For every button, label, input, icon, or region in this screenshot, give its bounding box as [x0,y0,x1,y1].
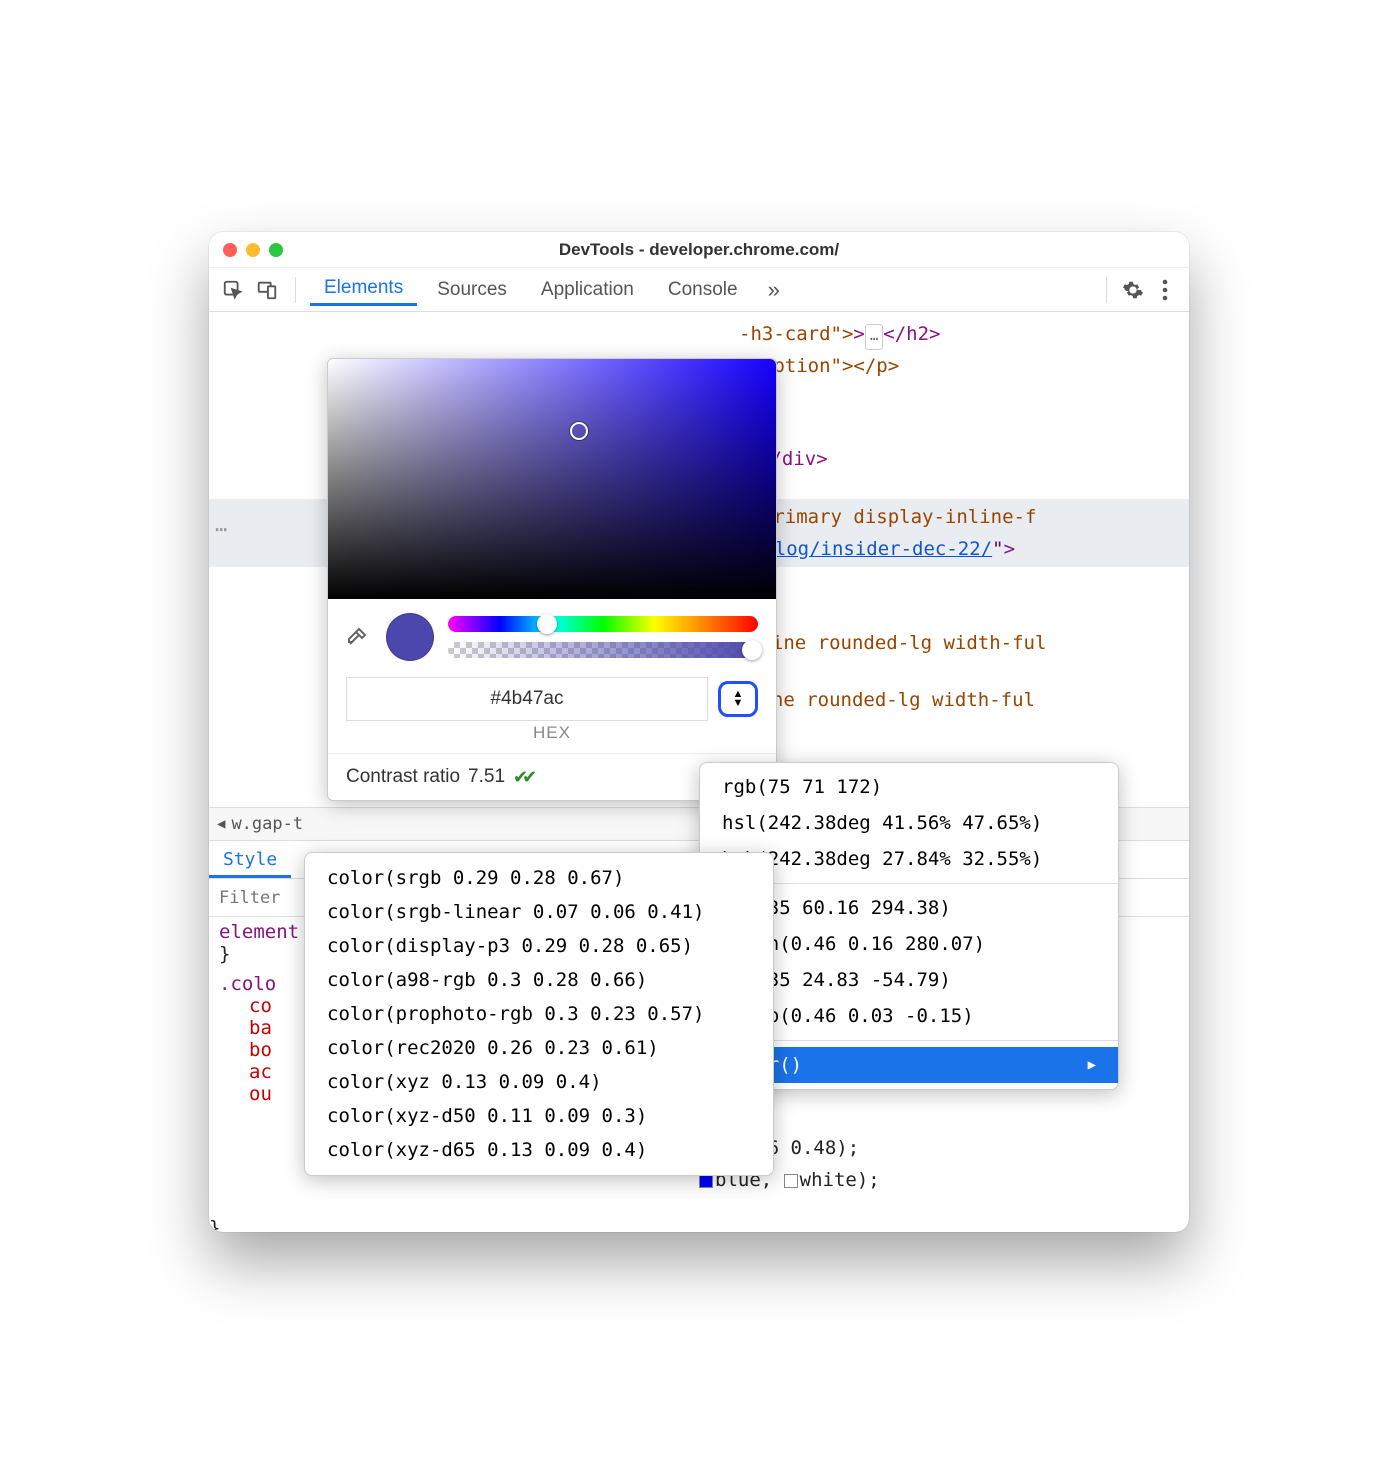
dom-text: line rounded-lg width-ful [749,689,1035,711]
chevron-left-icon[interactable]: ◀ [217,816,225,832]
devtools-toolbar: Elements Sources Application Console » [209,268,1189,312]
color-space-submenu: color(srgb 0.29 0.28 0.67)color(srgb-lin… [304,852,774,1176]
breadcrumb-item[interactable]: w.gap-t [231,814,303,834]
devtools-window: DevTools - developer.chrome.com/ Element… [209,232,1189,1232]
window-title: DevTools - developer.chrome.com/ [209,240,1189,260]
tab-console[interactable]: Console [654,275,752,305]
more-tabs-button[interactable]: » [758,277,790,303]
expand-ellipsis-icon[interactable]: … [865,324,883,350]
dom-text: rline rounded-lg width-ful [749,632,1046,654]
tab-application[interactable]: Application [527,275,648,305]
alpha-slider[interactable] [448,642,758,658]
tab-elements[interactable]: Elements [310,273,417,306]
dom-text: r-primary display-inline-f [739,506,1036,528]
contrast-label: Contrast ratio [346,766,460,788]
spectrum-cursor[interactable] [570,422,588,440]
gear-icon[interactable] [1119,276,1147,304]
selected-color-swatch [386,613,434,661]
css-value[interactable]: white [800,1169,857,1191]
format-option[interactable]: hsl(242.38deg 41.56% 47.65%) [700,805,1118,841]
css-prop[interactable]: ac [249,1061,272,1083]
content-area: -h3-card">>…</h2> -caption"></p> </div> … [209,312,1189,1232]
spectrum-area[interactable] [328,359,776,599]
hue-slider[interactable] [448,616,758,632]
css-selector: .colo [219,973,276,995]
collapsed-ellipsis-icon[interactable]: ⋯ [215,512,229,546]
color-space-option[interactable]: color(a98-rgb 0.3 0.28 0.66) [305,963,773,997]
css-value: ); [857,1169,880,1191]
hue-thumb[interactable] [537,614,557,634]
dom-link[interactable]: /blog/insider-dec-22/ [752,538,992,560]
format-option[interactable]: rgb(75 71 172) [700,769,1118,805]
css-prop[interactable]: ou [249,1083,272,1105]
eyedropper-icon[interactable] [346,624,372,650]
inspect-element-icon[interactable] [219,276,247,304]
css-prop[interactable]: bo [249,1039,272,1061]
color-space-option[interactable]: color(xyz 0.13 0.09 0.4) [305,1065,773,1099]
tab-sources[interactable]: Sources [423,275,521,305]
css-prop[interactable]: ba [249,1017,272,1039]
kebab-menu-icon[interactable] [1151,276,1179,304]
hex-label: HEX [328,723,776,753]
color-space-option[interactable]: color(prophoto-rgb 0.3 0.23 0.57) [305,997,773,1031]
color-space-option[interactable]: color(rec2020 0.26 0.23 0.61) [305,1031,773,1065]
color-space-option[interactable]: color(xyz-d50 0.11 0.09 0.3) [305,1099,773,1133]
css-selector: element [219,921,299,943]
double-check-icon: ✔✔ [513,767,531,788]
device-toolbar-icon[interactable] [253,276,281,304]
titlebar: DevTools - developer.chrome.com/ [209,232,1189,268]
css-prop[interactable]: co [249,995,272,1017]
dom-text: </h2> [883,323,940,345]
color-swatch-icon[interactable] [784,1174,798,1188]
hex-input[interactable] [346,677,708,721]
color-space-option[interactable]: color(srgb-linear 0.07 0.06 0.41) [305,895,773,929]
contrast-value: 7.51 [468,766,505,788]
tab-styles[interactable]: Style [209,841,291,878]
format-switch-button[interactable]: ▲▼ [718,681,758,717]
chevron-right-icon: ▶ [1088,1057,1096,1073]
color-space-option[interactable]: color(xyz-d65 0.13 0.09 0.4) [305,1133,773,1167]
color-picker-popup: ▲▼ HEX Contrast ratio 7.51 ✔✔ [327,358,777,801]
dom-text: -h3-card"> [739,323,853,345]
color-space-option[interactable]: color(srgb 0.29 0.28 0.67) [305,861,773,895]
color-space-option[interactable]: color(display-p3 0.29 0.28 0.65) [305,929,773,963]
alpha-thumb[interactable] [742,640,762,660]
